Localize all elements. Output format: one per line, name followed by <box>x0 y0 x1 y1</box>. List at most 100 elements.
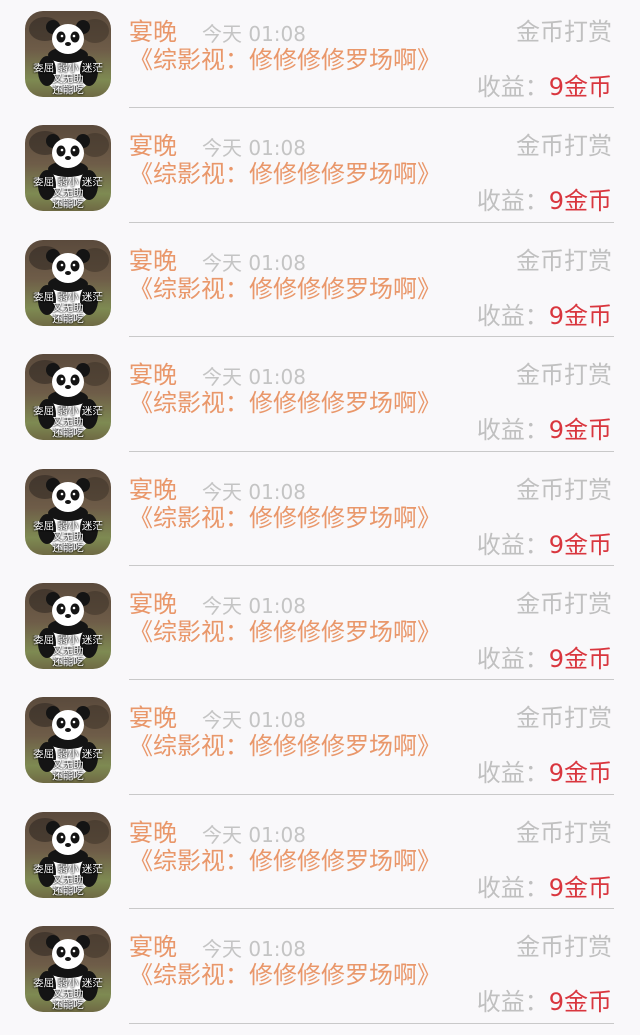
divider <box>129 336 614 338</box>
timestamp: 今天 01:08 <box>202 365 306 390</box>
avatar-caption-line-3: 还能吃 <box>52 428 84 440</box>
avatar-caption-line-1: 委屈 弱小 迷茫 <box>33 978 103 990</box>
avatar-caption-line-1: 委屈 弱小 迷茫 <box>33 520 103 532</box>
earnings: 收益：9金币 <box>477 530 612 560</box>
earnings-value: 9金币 <box>548 301 612 330</box>
author-name[interactable]: 宴晚 <box>129 475 177 505</box>
divider <box>129 564 614 566</box>
earnings: 收益：9金币 <box>477 644 612 674</box>
book-title[interactable]: 《综影视：修修修修罗场啊》 <box>129 847 441 875</box>
reward-type-label: 金币打赏 <box>516 18 612 46</box>
avatar-caption-line-1: 委屈 弱小 迷茫 <box>33 63 103 74</box>
avatar-caption-line-3: 还能吃 <box>52 542 84 554</box>
panda-avatar-icon[interactable]: 委屈 弱小 迷茫 又无助 还能吃 <box>25 239 111 326</box>
avatar-caption-line-3: 还能吃 <box>52 199 84 211</box>
avatar-caption-line-3: 还能吃 <box>52 771 84 783</box>
reward-type-label: 金币打赏 <box>516 818 612 847</box>
book-title[interactable]: 《综影视：修修修修罗场啊》 <box>129 504 441 532</box>
timestamp: 今天 01:08 <box>202 136 306 161</box>
timestamp: 今天 01:08 <box>202 822 306 847</box>
panda-avatar-icon[interactable]: 委屈 弱小 迷茫 又无助 还能吃 <box>25 811 111 898</box>
list-item[interactable]: 委屈 弱小 迷茫 又无助 还能吃 宴晚 今天 01:08 《综影视：修修修修罗场… <box>0 458 640 572</box>
list-item[interactable]: 委屈 弱小 迷茫 又无助 还能吃 宴晚 今天 01:08 《综影视：修修修修罗场… <box>0 114 640 228</box>
earnings-value: 9金币 <box>548 187 612 216</box>
list-item[interactable]: 委屈 弱小 迷茫 又无助 还能吃 宴晚 今天 01:08 《综影视：修修修修罗场… <box>0 229 640 343</box>
earnings: 收益：9金币 <box>477 758 612 788</box>
avatar-caption-line-2: 又无助 <box>52 74 84 85</box>
avatar-caption-line-2: 又无助 <box>52 302 84 314</box>
avatar-caption-line-2: 又无助 <box>52 531 84 543</box>
book-title[interactable]: 《综影视：修修修修罗场啊》 <box>129 275 441 303</box>
author-name[interactable]: 宴晚 <box>129 703 177 733</box>
author-name[interactable]: 宴晚 <box>129 360 177 390</box>
reward-type-label: 金币打赏 <box>516 246 612 275</box>
book-title[interactable]: 《综影视：修修修修罗场啊》 <box>129 961 441 989</box>
avatar-caption-line-3: 还能吃 <box>52 656 84 668</box>
book-title[interactable]: 《综影视：修修修修罗场啊》 <box>129 618 441 646</box>
earnings: 收益：9金币 <box>477 987 612 1017</box>
earnings-value: 9金币 <box>548 644 612 673</box>
earnings-value: 9金币 <box>548 759 612 788</box>
panda-avatar-icon[interactable]: 委屈 弱小 迷茫 又无助 还能吃 <box>25 582 111 669</box>
author-name[interactable]: 宴晚 <box>129 246 177 276</box>
avatar-caption-line-2: 又无助 <box>52 760 84 772</box>
avatar-caption-line-2: 又无助 <box>52 645 84 657</box>
divider <box>129 679 614 681</box>
avatar-caption-line-2: 又无助 <box>52 989 84 1001</box>
author-name[interactable]: 宴晚 <box>129 17 177 47</box>
timestamp: 今天 01:08 <box>202 22 306 46</box>
avatar-caption-line-1: 委屈 弱小 迷茫 <box>33 634 103 646</box>
panda-avatar-icon[interactable]: 委屈 弱小 迷茫 又无助 还能吃 <box>25 697 111 784</box>
author-name[interactable]: 宴晚 <box>129 818 177 848</box>
panda-avatar-icon[interactable]: 委屈 弱小 迷茫 又无助 还能吃 <box>25 11 111 97</box>
avatar-caption-line-3: 还能吃 <box>52 85 84 96</box>
earnings-label: 收益： <box>476 73 549 101</box>
earnings-value: 9金币 <box>548 530 612 559</box>
earnings-label: 收益： <box>476 873 549 902</box>
panda-avatar-icon[interactable]: 委屈 弱小 迷茫 又无助 还能吃 <box>25 125 111 212</box>
divider <box>129 221 614 223</box>
author-name[interactable]: 宴晚 <box>129 932 177 962</box>
avatar-caption-line-3: 还能吃 <box>52 1000 84 1012</box>
earnings-label: 收益： <box>476 988 549 1017</box>
reward-type-label: 金币打赏 <box>516 132 612 161</box>
panda-avatar-icon[interactable]: 委屈 弱小 迷茫 又无助 还能吃 <box>25 468 111 555</box>
earnings-value: 9金币 <box>548 73 612 101</box>
earnings: 收益：9金币 <box>477 72 612 102</box>
book-title[interactable]: 《综影视：修修修修罗场啊》 <box>129 732 441 760</box>
avatar-caption-line-2: 又无助 <box>52 874 84 886</box>
earnings-value: 9金币 <box>548 873 612 902</box>
earnings-value: 9金币 <box>548 416 612 445</box>
earnings: 收益：9金币 <box>477 873 612 903</box>
avatar-caption-line-3: 还能吃 <box>52 885 84 897</box>
list-item[interactable]: 委屈 弱小 迷茫 又无助 还能吃 宴晚 今天 01:08 《综影视：修修修修罗场… <box>0 0 640 114</box>
earnings-label: 收益： <box>476 301 549 330</box>
reward-type-label: 金币打赏 <box>516 475 612 504</box>
list-item[interactable]: 委屈 弱小 迷茫 又无助 还能吃 宴晚 今天 01:08 《综影视：修修修修罗场… <box>0 915 640 1029</box>
author-name[interactable]: 宴晚 <box>129 589 177 619</box>
book-title[interactable]: 《综影视：修修修修罗场啊》 <box>129 160 441 188</box>
earnings-label: 收益： <box>476 644 549 673</box>
book-title[interactable]: 《综影视：修修修修罗场啊》 <box>129 46 441 74</box>
earnings-label: 收益： <box>476 530 549 559</box>
timestamp: 今天 01:08 <box>202 708 306 733</box>
divider <box>129 908 614 910</box>
avatar-caption-line-2: 又无助 <box>52 417 84 429</box>
list-item[interactable]: 委屈 弱小 迷茫 又无助 还能吃 宴晚 今天 01:08 《综影视：修修修修罗场… <box>0 801 640 915</box>
divider <box>129 1022 614 1024</box>
earnings-value: 9金币 <box>548 988 612 1017</box>
book-title[interactable]: 《综影视：修修修修罗场啊》 <box>129 389 441 417</box>
list-item[interactable]: 委屈 弱小 迷茫 又无助 还能吃 宴晚 今天 01:08 《综影视：修修修修罗场… <box>0 572 640 686</box>
author-name[interactable]: 宴晚 <box>129 131 177 161</box>
list-item[interactable]: 委屈 弱小 迷茫 又无助 还能吃 宴晚 今天 01:08 《综影视：修修修修罗场… <box>0 686 640 800</box>
panda-avatar-icon[interactable]: 委屈 弱小 迷茫 又无助 还能吃 <box>25 354 111 441</box>
reward-type-label: 金币打赏 <box>516 589 612 618</box>
reward-type-label: 金币打赏 <box>516 933 612 962</box>
earnings: 收益：9金币 <box>477 301 612 331</box>
panda-avatar-icon[interactable]: 委屈 弱小 迷茫 又无助 还能吃 <box>25 926 111 1013</box>
divider <box>129 793 614 795</box>
earnings-label: 收益： <box>476 187 549 216</box>
list-item[interactable]: 委屈 弱小 迷茫 又无助 还能吃 宴晚 今天 01:08 《综影视：修修修修罗场… <box>0 343 640 457</box>
avatar-caption-line-1: 委屈 弱小 迷茫 <box>33 406 103 418</box>
divider <box>129 450 614 452</box>
